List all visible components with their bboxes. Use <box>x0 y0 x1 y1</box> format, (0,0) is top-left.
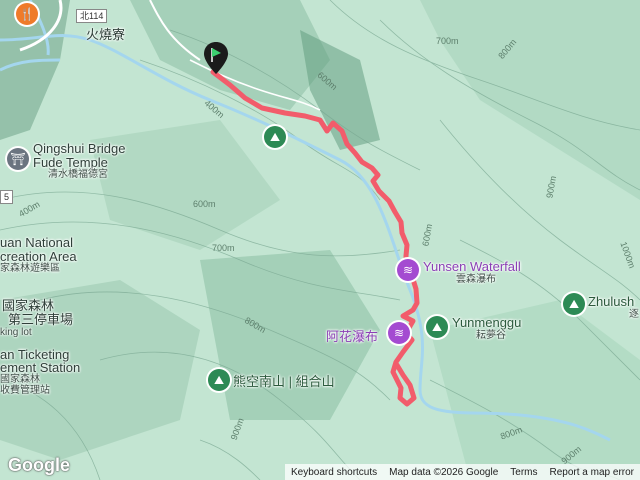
contour-label: 700m <box>212 243 235 253</box>
google-logo: Google <box>8 455 70 475</box>
road-shield-side: 5 <box>0 190 14 204</box>
place-label-recreation-zh: 家森林遊樂區 <box>0 263 60 274</box>
restaurant-icon[interactable]: 🍴 <box>16 3 38 25</box>
waterfall-icon[interactable]: ≋ <box>397 259 419 281</box>
place-label-yunsen-waterfall[interactable]: Yunsen Waterfall <box>423 260 521 273</box>
place-label-qingshui-bridge[interactable]: Qingshui Bridge <box>33 142 126 155</box>
temple-icon[interactable]: ⛩ <box>7 148 29 170</box>
place-label-zhulush[interactable]: Zhulush <box>588 295 634 308</box>
report-map-error-link[interactable]: Report a map error <box>544 467 640 478</box>
place-label-station-zh: 收費管理站 <box>0 385 50 396</box>
place-label-national[interactable]: uan National <box>0 236 73 249</box>
place-label-ahua-waterfall[interactable]: 阿花瀑布 <box>326 330 378 343</box>
place-label-recreation-area[interactable]: creation Area <box>0 250 77 263</box>
map-data-attribution: Map data ©2026 Google <box>389 466 499 478</box>
place-label-huoshaoliao[interactable]: 火燒寮 <box>86 28 125 41</box>
place-label-ticketing-zh: 國家森林 <box>0 374 40 385</box>
place-label-qingshui-zh: 清水橋福德宮 <box>48 169 108 180</box>
start-flag-icon[interactable] <box>204 42 228 76</box>
park-icon[interactable]: ⛰ <box>208 369 230 391</box>
road-shield-114: 北114 <box>76 9 108 23</box>
place-label-yunmenggu-zh: 耘夢谷 <box>476 330 506 341</box>
hiking-icon[interactable]: ⛰ <box>264 126 286 148</box>
place-label-zhulush-zh: 逐 <box>629 309 639 320</box>
contour-label: 600m <box>193 199 216 209</box>
place-label-yunsen-zh: 雲森瀑布 <box>456 274 496 285</box>
waterfall-icon[interactable]: ≋ <box>388 322 410 344</box>
place-label-fude-temple[interactable]: Fude Temple <box>33 156 108 169</box>
keyboard-shortcuts-link[interactable]: Keyboard shortcuts <box>285 467 383 478</box>
contour-label: 700m <box>436 36 459 46</box>
park-icon[interactable]: ⛰ <box>563 293 585 315</box>
place-label-forest[interactable]: 國家森林 <box>2 299 54 312</box>
map-footer: Keyboard shortcuts Map data ©2026 Google… <box>284 464 640 480</box>
park-icon[interactable]: ⛰ <box>426 316 448 338</box>
place-label-xiongkong[interactable]: 熊空南山 | 組合山 <box>233 375 335 388</box>
terms-link[interactable]: Terms <box>504 467 543 478</box>
place-label-yunmenggu[interactable]: Yunmenggu <box>452 316 521 329</box>
place-label-parking-zh[interactable]: 第三停車場 <box>8 313 73 326</box>
place-label-station[interactable]: ement Station <box>0 361 80 374</box>
place-label-parking-en: king lot <box>0 327 32 338</box>
